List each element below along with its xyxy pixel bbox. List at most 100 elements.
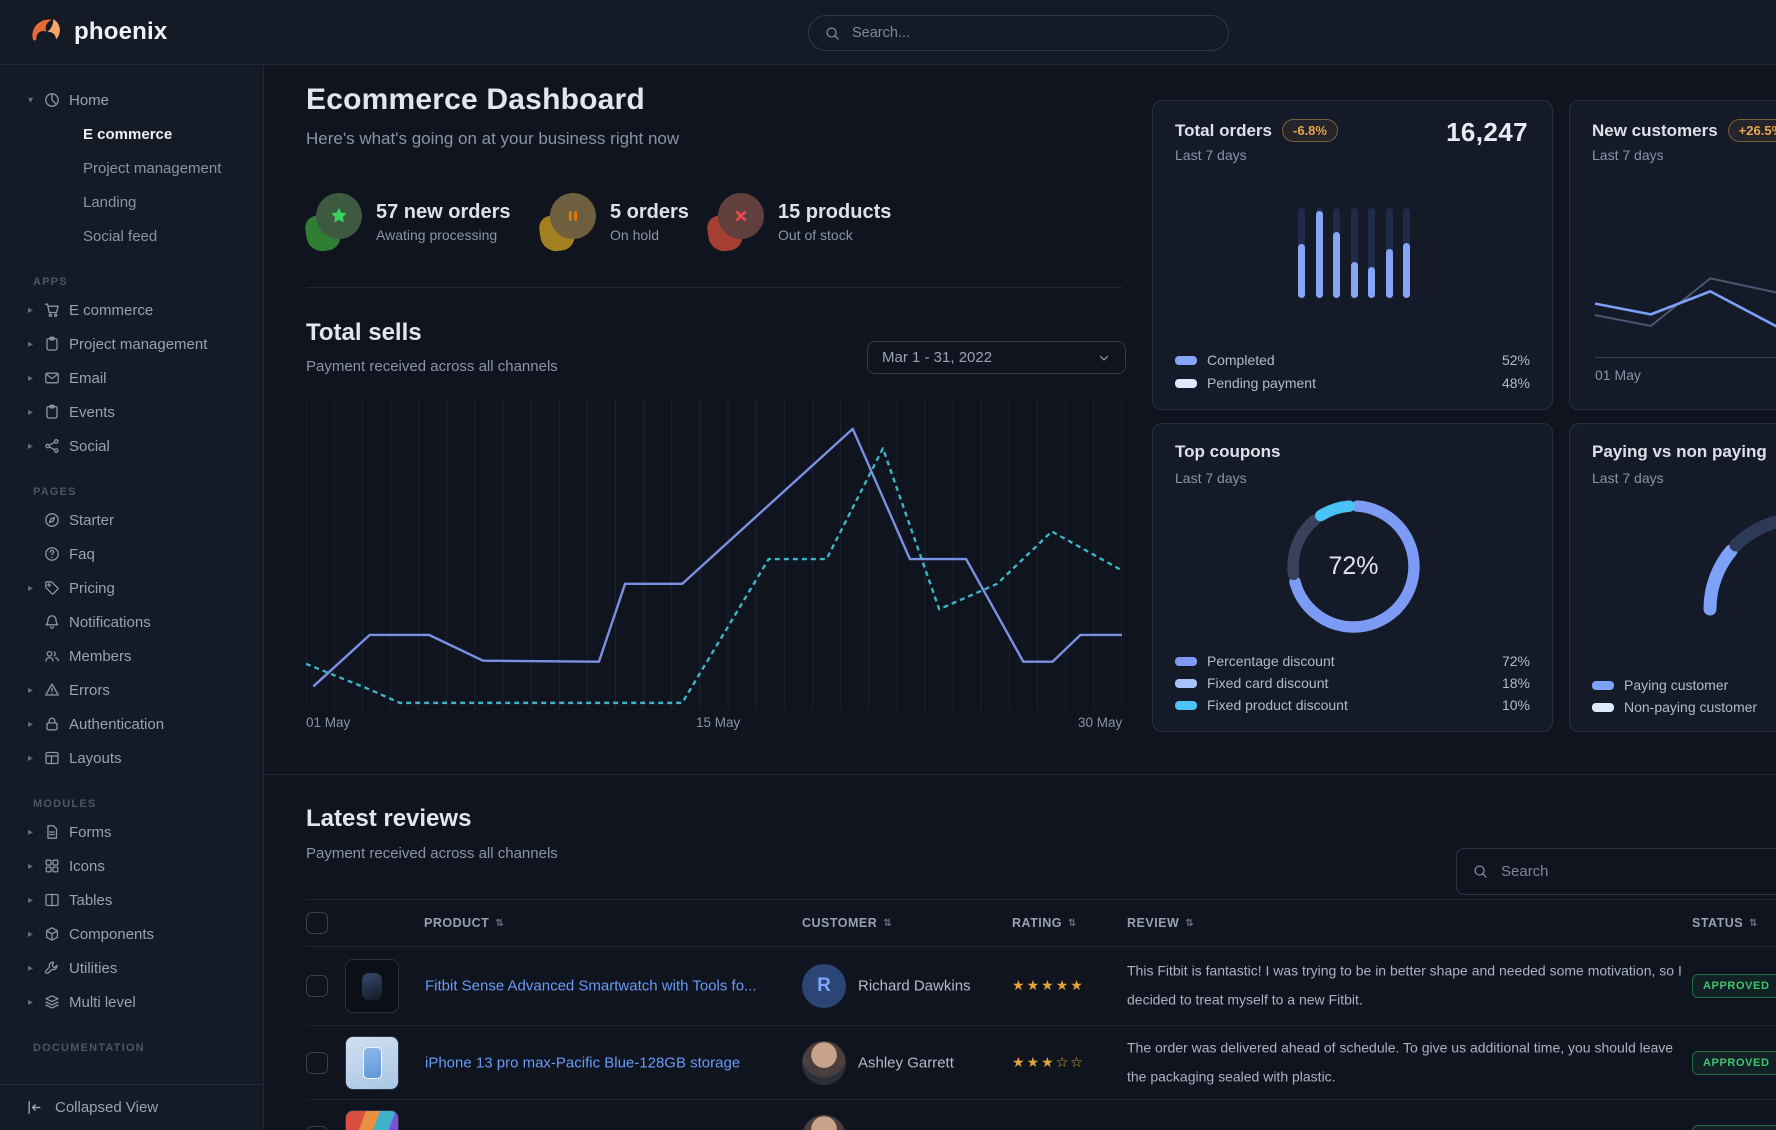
sidebar-item-errors[interactable]: ▸Errors — [0, 673, 263, 707]
sidebar-item-events[interactable]: ▸Events — [0, 395, 263, 429]
latest-reviews-subtitle: Payment received across all channels — [306, 845, 558, 862]
legend-pending: Pending payment 48% — [1175, 375, 1530, 391]
pause-icon — [563, 206, 583, 226]
customer-name: Richard Dawkins — [858, 978, 971, 995]
chevron-right-icon: ▸ — [28, 441, 44, 452]
sidebar-item-layouts[interactable]: ▸Layouts — [0, 741, 263, 775]
table-row: iPhone 13 pro max-Pacific Blue-128GB sto… — [306, 1026, 1776, 1100]
axis-label-01-may: 01 May — [306, 715, 350, 730]
chevron-right-icon: ▸ — [28, 753, 44, 764]
page-subtitle: Here's what's going on at your business … — [306, 129, 679, 149]
on-hold-icon — [540, 193, 596, 251]
sidebar-item-authentication[interactable]: ▸Authentication — [0, 707, 263, 741]
card-title: New customers — [1592, 121, 1718, 141]
cube-icon — [44, 926, 60, 942]
paying-vs-non-paying-card: Paying vs non paying Last 7 days Paying … — [1569, 423, 1776, 732]
table-row: Fitbit Sense Advanced Smartwatch with To… — [306, 947, 1776, 1026]
sidebar-item-faq[interactable]: Faq — [0, 537, 263, 571]
sidebar-item-ecommerce-dashboard[interactable]: E commerce — [0, 117, 263, 151]
file-text-icon — [44, 824, 60, 840]
brand-logo[interactable]: phoenix — [28, 14, 167, 50]
sidebar-item-multi-level[interactable]: ▸Multi level — [0, 985, 263, 1019]
users-icon — [44, 648, 60, 664]
share-icon — [44, 438, 60, 454]
cart-icon — [44, 302, 60, 318]
sidebar-item-social[interactable]: ▸Social — [0, 429, 263, 463]
product-link[interactable]: iPhone 13 pro max-Pacific Blue-128GB sto… — [425, 1054, 740, 1071]
column-header-product[interactable]: PRODUCT⇅ — [424, 916, 504, 930]
column-header-rating[interactable]: RATING⇅ — [1012, 916, 1077, 930]
rating-stars: ★★★★★ — [1012, 977, 1085, 995]
chevron-right-icon: ▸ — [28, 929, 44, 940]
sidebar-item-notifications[interactable]: Notifications — [0, 605, 263, 639]
sidebar-section-apps: APPS — [0, 271, 263, 293]
row-checkbox[interactable] — [306, 1126, 328, 1130]
main-content: Ecommerce Dashboard Here's what's going … — [264, 65, 1776, 1130]
sidebar-item-forms[interactable]: ▸Forms — [0, 815, 263, 849]
grid-icon — [44, 858, 60, 874]
sidebar-item-project-management[interactable]: ▸Project management — [0, 327, 263, 361]
sidebar-section-modules: MODULES — [0, 793, 263, 815]
sort-icon: ⇅ — [1185, 918, 1194, 929]
chevron-right-icon: ▸ — [28, 963, 44, 974]
select-all-checkbox[interactable] — [306, 912, 328, 934]
sidebar-item-ecommerce[interactable]: ▸E commerce — [0, 293, 263, 327]
product-link[interactable]: Fitbit Sense Advanced Smartwatch with To… — [425, 978, 757, 995]
card-title: Top coupons — [1175, 442, 1280, 462]
sidebar-item-email[interactable]: ▸Email — [0, 361, 263, 395]
orders-bar-chart — [1298, 208, 1410, 298]
sidebar-item-members[interactable]: Members — [0, 639, 263, 673]
product-thumbnail[interactable] — [345, 1110, 399, 1130]
column-header-review[interactable]: REVIEW⇅ — [1127, 916, 1194, 930]
product-thumbnail[interactable] — [345, 959, 399, 1013]
delta-badge: +26.5% — [1728, 119, 1776, 142]
sidebar-item-starter[interactable]: Starter — [0, 503, 263, 537]
global-search — [808, 15, 1229, 51]
x-icon — [731, 206, 751, 226]
sidebar-item-home[interactable]: ▾ Home — [0, 83, 263, 117]
search-icon — [825, 26, 840, 41]
column-header-customer[interactable]: CUSTOMER⇅ — [802, 916, 892, 930]
date-range-select[interactable]: Mar 1 - 31, 2022 — [867, 341, 1126, 374]
tag-icon — [44, 580, 60, 596]
chevron-right-icon: ▸ — [28, 305, 44, 316]
axis-label: 01 May — [1595, 367, 1641, 383]
latest-reviews-title: Latest reviews — [306, 805, 471, 833]
review-text: This Fitbit is fantastic! I was trying t… — [1127, 957, 1687, 1016]
reviews-table: PRODUCT⇅ CUSTOMER⇅ RATING⇅ REVIEW⇅ STATU… — [306, 899, 1776, 1130]
sidebar-item-utilities[interactable]: ▸Utilities — [0, 951, 263, 985]
sidebar-item-components[interactable]: ▸Components — [0, 917, 263, 951]
sidebar-item-social-feed[interactable]: Social feed — [0, 219, 263, 253]
sidebar-item-tables[interactable]: ▸Tables — [0, 883, 263, 917]
reviews-search-input[interactable] — [1499, 862, 1776, 881]
card-period: Last 7 days — [1175, 147, 1247, 163]
chevron-right-icon: ▸ — [28, 719, 44, 730]
sidebar-item-project-management-dashboard[interactable]: Project management — [0, 151, 263, 185]
top-navbar: phoenix — [0, 0, 1776, 65]
divider — [264, 774, 1776, 775]
row-checkbox[interactable] — [306, 1052, 328, 1074]
sidebar-item-landing[interactable]: Landing — [0, 185, 263, 219]
stat-orders-on-hold: 5 orders On hold — [540, 193, 689, 251]
chevron-right-icon: ▸ — [28, 685, 44, 696]
collapse-sidebar-button[interactable]: Collapsed View — [0, 1084, 264, 1130]
table-header-row: PRODUCT⇅ CUSTOMER⇅ RATING⇅ REVIEW⇅ STATU… — [306, 899, 1776, 947]
sidebar-item-pricing[interactable]: ▸Pricing — [0, 571, 263, 605]
global-search-input[interactable] — [850, 24, 1212, 42]
clipboard-icon — [44, 404, 60, 420]
layers-icon — [44, 994, 60, 1010]
product-thumbnail[interactable] — [345, 1036, 399, 1090]
column-header-status[interactable]: STATUS⇅ — [1692, 916, 1758, 930]
total-sells-title: Total sells — [306, 319, 422, 347]
chevron-right-icon: ▸ — [28, 861, 44, 872]
customer-name: Ashley Garrett — [858, 1054, 954, 1071]
chevron-right-icon: ▸ — [28, 827, 44, 838]
legend-paying-customer: Paying customer — [1592, 677, 1776, 693]
table-row: It's a Mac, after all. Once you've gone … — [306, 1100, 1776, 1130]
chevron-right-icon: ▸ — [28, 407, 44, 418]
brand-name: phoenix — [74, 18, 167, 46]
review-text: The order was delivered ahead of schedul… — [1127, 1033, 1687, 1092]
sort-icon: ⇅ — [1068, 918, 1077, 929]
row-checkbox[interactable] — [306, 975, 328, 997]
sidebar-item-icons[interactable]: ▸Icons — [0, 849, 263, 883]
